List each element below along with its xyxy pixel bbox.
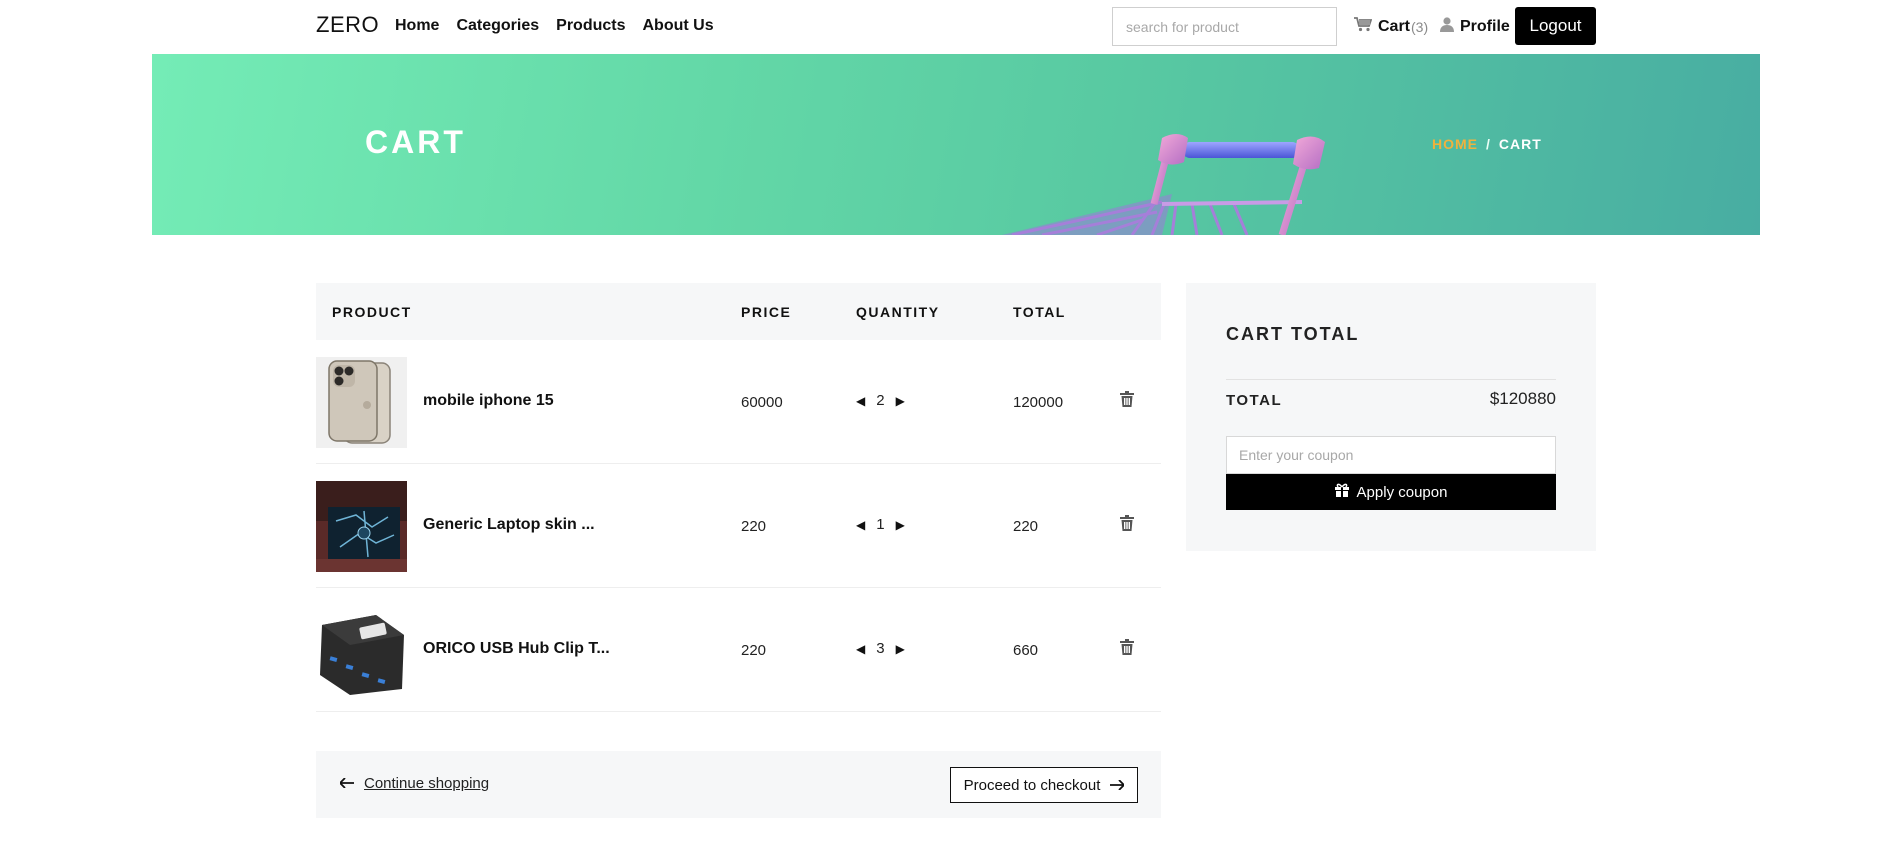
cart-actions-bar: Continue shopping Proceed to checkout [316,751,1161,818]
trash-icon[interactable] [1120,391,1134,412]
quantity-stepper: ◀ 1 ▶ [856,516,905,533]
breadcrumb-current: CART [1498,136,1542,152]
checkout-label: Proceed to checkout [963,776,1101,794]
laptop-skin-thumbnail[interactable] [316,481,407,572]
product-name[interactable]: ORICO USB Hub Clip T... [423,640,610,658]
iphone-thumbnail[interactable] [316,357,407,448]
decrease-quantity-icon[interactable]: ◀ [856,518,865,532]
divider [1226,379,1556,380]
increase-quantity-icon[interactable]: ▶ [896,394,905,408]
trash-icon[interactable] [1120,515,1134,536]
brand-logo[interactable]: ZERO [316,12,379,38]
nav-home-link[interactable]: Home [395,17,439,35]
cart-total-title: CART TOTAL [1226,324,1360,344]
header-total: TOTAL [1013,304,1066,320]
table-row: mobile iphone 15 60000 ◀ 2 ▶ 120000 [316,340,1161,464]
coupon-input[interactable] [1226,436,1556,474]
product-name[interactable]: Generic Laptop skin ... [423,516,595,534]
cart-table-header: PRODUCT PRICE QUANTITY TOTAL [316,283,1161,340]
nav-categories-link[interactable]: Categories [456,17,539,35]
proceed-checkout-button[interactable]: Proceed to checkout [950,767,1138,803]
breadcrumb-home-link[interactable]: HOME [1432,136,1478,152]
apply-coupon-label: Apply coupon [1356,483,1448,501]
nav-about-link[interactable]: About Us [643,17,714,35]
increase-quantity-icon[interactable]: ▶ [896,518,905,532]
product-name[interactable]: mobile iphone 15 [423,392,554,410]
decrease-quantity-icon[interactable]: ◀ [856,642,865,656]
main-nav: Home Categories Products About Us [395,17,714,35]
trash-icon[interactable] [1120,639,1134,660]
logout-button[interactable]: Logout [1515,7,1596,45]
header-quantity: QUANTITY [856,304,940,320]
gift-icon [1334,483,1349,501]
line-total: 120000 [1013,394,1064,411]
product-price: 220 [741,518,767,535]
continue-shopping-label: Continue shopping [364,775,490,792]
quantity-stepper: ◀ 3 ▶ [856,640,905,657]
decrease-quantity-icon[interactable]: ◀ [856,394,865,408]
table-row: ORICO USB Hub Clip T... 220 ◀ 3 ▶ 660 [316,588,1161,712]
quantity-value: 3 [876,640,885,657]
shopping-cart-illustration [1002,134,1325,235]
arrow-left-icon [338,775,354,792]
cart-total-panel: CART TOTAL TOTAL $120880 Apply coupon [1186,283,1596,551]
cart-label: Cart [1378,18,1411,35]
total-value: $120880 [1489,389,1556,408]
product-price: 60000 [741,394,783,411]
cart-table: PRODUCT PRICE QUANTITY TOTAL mobile ipho… [316,283,1161,712]
arrow-right-icon [1110,777,1126,794]
cart-count-badge: (3) [1411,19,1429,35]
apply-coupon-button[interactable]: Apply coupon [1226,474,1556,510]
cart-link[interactable]: Cart (3) [1354,17,1428,37]
header-product: PRODUCT [332,304,412,320]
nav-products-link[interactable]: Products [556,17,625,35]
table-row: Generic Laptop skin ... 220 ◀ 1 ▶ 220 [316,464,1161,588]
user-icon [1440,17,1454,37]
increase-quantity-icon[interactable]: ▶ [896,642,905,656]
continue-shopping-link[interactable]: Continue shopping [338,775,490,792]
quantity-value: 2 [876,392,885,409]
line-total: 660 [1013,642,1039,659]
search-input[interactable] [1112,7,1337,46]
line-total: 220 [1013,518,1039,535]
quantity-stepper: ◀ 2 ▶ [856,392,905,409]
header-price: PRICE [741,304,792,320]
page-banner: CART HOME / CART [152,54,1760,235]
usb-hub-thumbnail[interactable] [316,605,407,696]
total-label: TOTAL [1226,392,1283,409]
profile-link[interactable]: Profile [1440,17,1510,37]
quantity-value: 1 [876,516,885,533]
profile-label: Profile [1460,18,1510,35]
breadcrumb: HOME / CART [1432,136,1542,152]
breadcrumb-separator: / [1486,136,1491,152]
page-title: CART [365,124,466,160]
cart-icon [1354,17,1373,37]
top-navbar: ZERO Home Categories Products About Us C… [0,0,1899,54]
product-price: 220 [741,642,767,659]
